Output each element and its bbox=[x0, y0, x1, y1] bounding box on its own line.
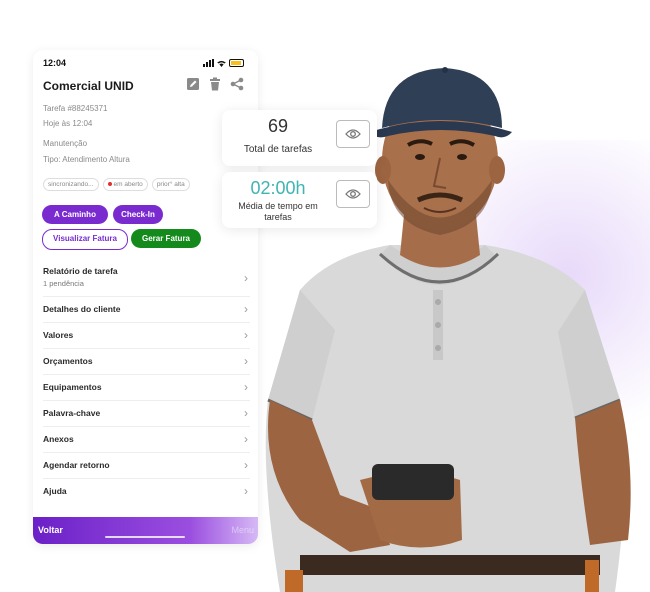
total-tarefas-caption: Total de tarefas bbox=[243, 144, 313, 155]
a-caminho-button[interactable]: A Caminho bbox=[42, 205, 108, 224]
signal-icon bbox=[203, 59, 214, 67]
menu-item-detalhes-cliente[interactable]: Detalhes do cliente › bbox=[43, 297, 250, 323]
menu-item-label: Relatório de tarefa bbox=[43, 266, 118, 276]
chevron-right-icon: › bbox=[244, 328, 248, 342]
media-tempo-card: 02:00h Média de tempo em tarefas bbox=[222, 172, 377, 228]
trash-icon[interactable] bbox=[208, 77, 222, 91]
menu-item-label: Equipamentos bbox=[43, 382, 102, 392]
view-total-button[interactable] bbox=[336, 120, 370, 148]
chevron-right-icon: › bbox=[244, 406, 248, 420]
task-date: Hoje às 12:04 bbox=[43, 119, 93, 128]
priority-chip: prior° alta bbox=[151, 178, 190, 191]
menu-item-relatorio[interactable]: Relatório de tarefa 1 pendência › bbox=[43, 262, 250, 297]
chevron-right-icon: › bbox=[244, 458, 248, 472]
task-menu: Relatório de tarefa 1 pendência › Detalh… bbox=[43, 262, 250, 504]
menu-item-label: Valores bbox=[43, 330, 74, 340]
menu-item-agendar-retorno[interactable]: Agendar retorno › bbox=[43, 453, 250, 479]
total-tarefas-card: 69 Total de tarefas bbox=[222, 110, 377, 166]
bottom-bar: Voltar Menu bbox=[33, 517, 258, 544]
eye-icon bbox=[345, 129, 361, 139]
menu-item-label: Ajuda bbox=[43, 486, 67, 496]
task-type: Tipo: Atendimento Altura bbox=[43, 155, 130, 164]
menu-item-ajuda[interactable]: Ajuda › bbox=[43, 479, 250, 504]
media-tempo-value: 02:00h bbox=[250, 178, 306, 198]
chevron-right-icon: › bbox=[244, 354, 248, 368]
chevron-right-icon: › bbox=[244, 271, 248, 285]
system-icons bbox=[203, 59, 244, 67]
back-button[interactable]: Voltar bbox=[38, 525, 63, 535]
menu-item-label: Orçamentos bbox=[43, 356, 93, 366]
status-dot-icon bbox=[107, 182, 112, 187]
menu-item-label: Detalhes do cliente bbox=[43, 304, 121, 314]
menu-item-label: Agendar retorno bbox=[43, 460, 110, 470]
open-status-chip: em aberto bbox=[102, 178, 148, 191]
view-media-button[interactable] bbox=[336, 180, 370, 208]
home-indicator bbox=[105, 536, 185, 538]
pending-count: 1 pendência bbox=[43, 279, 84, 288]
sync-chip: sincronizando... bbox=[43, 178, 99, 191]
visualizar-fatura-button[interactable]: Visualizar Fatura bbox=[42, 229, 128, 250]
eye-icon bbox=[345, 189, 361, 199]
menu-item-label: Palavra-chave bbox=[43, 408, 101, 418]
chevron-right-icon: › bbox=[244, 380, 248, 394]
menu-item-label: Anexos bbox=[43, 434, 74, 444]
total-tarefas-value: 69 bbox=[267, 116, 289, 136]
gerar-fatura-button[interactable]: Gerar Fatura bbox=[131, 229, 201, 248]
menu-item-anexos[interactable]: Anexos › bbox=[43, 427, 250, 453]
open-status-label: em aberto bbox=[113, 181, 143, 188]
task-number: Tarefa #88245371 bbox=[43, 104, 108, 113]
status-time: 12:04 bbox=[43, 58, 67, 68]
task-category: Manutenção bbox=[43, 139, 88, 148]
battery-icon bbox=[229, 59, 244, 67]
menu-item-palavra-chave[interactable]: Palavra-chave › bbox=[43, 401, 250, 427]
chevron-right-icon: › bbox=[244, 302, 248, 316]
chevron-right-icon: › bbox=[244, 484, 248, 498]
media-tempo-caption: Média de tempo em tarefas bbox=[238, 201, 318, 222]
status-chips: sincronizando... em aberto prior° alta bbox=[43, 178, 190, 191]
menu-item-orcamentos[interactable]: Orçamentos › bbox=[43, 349, 250, 375]
wifi-icon bbox=[217, 60, 226, 67]
page-title: Comercial UNID bbox=[43, 79, 134, 93]
menu-item-equipamentos[interactable]: Equipamentos › bbox=[43, 375, 250, 401]
menu-button[interactable]: Menu bbox=[231, 525, 254, 535]
check-in-button[interactable]: Check-In bbox=[113, 205, 163, 224]
header-actions bbox=[186, 77, 244, 91]
share-icon[interactable] bbox=[230, 77, 244, 91]
status-bar: 12:04 bbox=[43, 58, 248, 72]
chevron-right-icon: › bbox=[244, 432, 248, 446]
edit-icon[interactable] bbox=[186, 77, 200, 91]
menu-item-valores[interactable]: Valores › bbox=[43, 323, 250, 349]
